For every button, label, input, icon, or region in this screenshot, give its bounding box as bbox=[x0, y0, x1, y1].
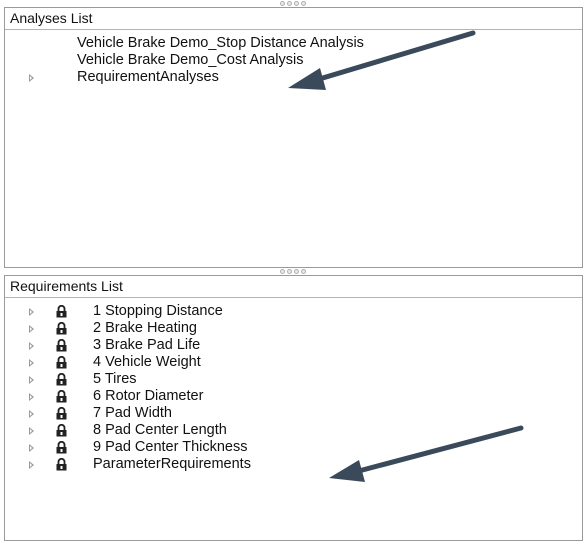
tree-item-requirement[interactable]: 2 Brake Heating bbox=[5, 320, 582, 337]
expand-triangle-icon[interactable] bbox=[29, 444, 34, 452]
expand-triangle-icon[interactable] bbox=[29, 325, 34, 333]
grip-dot bbox=[287, 269, 292, 274]
tree-item-label: 9 Pad Center Thickness bbox=[93, 439, 248, 455]
tree-item-stop-distance-analysis[interactable]: Vehicle Brake Demo_Stop Distance Analysi… bbox=[5, 35, 582, 52]
lock-icon bbox=[56, 441, 67, 454]
expand-triangle-icon[interactable] bbox=[29, 74, 34, 82]
tree-item-label: 8 Pad Center Length bbox=[93, 422, 227, 438]
tree-item-label: 4 Vehicle Weight bbox=[93, 354, 201, 370]
lock-icon bbox=[56, 390, 67, 403]
tree-item-label: ParameterRequirements bbox=[93, 456, 251, 472]
tree-item-cost-analysis[interactable]: Vehicle Brake Demo_Cost Analysis bbox=[5, 52, 582, 69]
expand-triangle-icon[interactable] bbox=[29, 427, 34, 435]
requirements-tree: 1 Stopping Distance 2 Brake Heating 3 Br… bbox=[5, 298, 582, 473]
requirements-list-header: Requirements List bbox=[5, 276, 582, 298]
expand-triangle-icon[interactable] bbox=[29, 410, 34, 418]
tree-item-parameter-requirements[interactable]: ParameterRequirements bbox=[5, 456, 582, 473]
tree-item-requirement[interactable]: 7 Pad Width bbox=[5, 405, 582, 422]
analyses-tree: Vehicle Brake Demo_Stop Distance Analysi… bbox=[5, 30, 582, 86]
lock-icon bbox=[56, 373, 67, 386]
lock-icon bbox=[56, 339, 67, 352]
requirements-list-panel: Requirements List 1 Stopping Distance 2 … bbox=[4, 275, 583, 541]
lock-icon bbox=[56, 356, 67, 369]
tree-item-label: 6 Rotor Diameter bbox=[93, 388, 204, 404]
expand-triangle-icon[interactable] bbox=[29, 461, 34, 469]
expand-triangle-icon[interactable] bbox=[29, 376, 34, 384]
grip-dot bbox=[280, 1, 285, 6]
grip-dot bbox=[301, 269, 306, 274]
tree-item-requirement[interactable]: 5 Tires bbox=[5, 371, 582, 388]
expand-triangle-icon[interactable] bbox=[29, 308, 34, 316]
tree-item-requirement[interactable]: 3 Brake Pad Life bbox=[5, 337, 582, 354]
expand-triangle-icon[interactable] bbox=[29, 359, 34, 367]
tree-item-label: Vehicle Brake Demo_Cost Analysis bbox=[77, 52, 304, 68]
analyses-list-header: Analyses List bbox=[5, 8, 582, 30]
middle-splitter-grip[interactable] bbox=[0, 268, 586, 275]
tree-item-label: 5 Tires bbox=[93, 371, 137, 387]
grip-dot bbox=[280, 269, 285, 274]
lock-icon bbox=[56, 424, 67, 437]
tree-item-requirement-analyses[interactable]: RequirementAnalyses bbox=[5, 69, 582, 86]
lock-icon bbox=[56, 407, 67, 420]
lock-icon bbox=[56, 305, 67, 318]
analyses-list-panel: Analyses List Vehicle Brake Demo_Stop Di… bbox=[4, 7, 583, 268]
tree-item-label: 1 Stopping Distance bbox=[93, 303, 223, 319]
lock-icon bbox=[56, 458, 67, 471]
lock-icon bbox=[56, 322, 67, 335]
tree-item-label: Vehicle Brake Demo_Stop Distance Analysi… bbox=[77, 35, 364, 51]
expand-triangle-icon[interactable] bbox=[29, 342, 34, 350]
grip-dot bbox=[301, 1, 306, 6]
tree-item-requirement[interactable]: 1 Stopping Distance bbox=[5, 303, 582, 320]
tree-item-requirement[interactable]: 8 Pad Center Length bbox=[5, 422, 582, 439]
tree-item-requirement[interactable]: 4 Vehicle Weight bbox=[5, 354, 582, 371]
tree-item-label: 7 Pad Width bbox=[93, 405, 172, 421]
tree-item-requirement[interactable]: 9 Pad Center Thickness bbox=[5, 439, 582, 456]
top-splitter-grip[interactable] bbox=[0, 0, 586, 7]
tree-item-requirement[interactable]: 6 Rotor Diameter bbox=[5, 388, 582, 405]
tree-item-label: RequirementAnalyses bbox=[77, 69, 219, 85]
grip-dot bbox=[294, 1, 299, 6]
expand-triangle-icon[interactable] bbox=[29, 393, 34, 401]
tree-item-label: 3 Brake Pad Life bbox=[93, 337, 201, 353]
grip-dot bbox=[294, 269, 299, 274]
grip-dot bbox=[287, 1, 292, 6]
tree-item-label: 2 Brake Heating bbox=[93, 320, 197, 336]
